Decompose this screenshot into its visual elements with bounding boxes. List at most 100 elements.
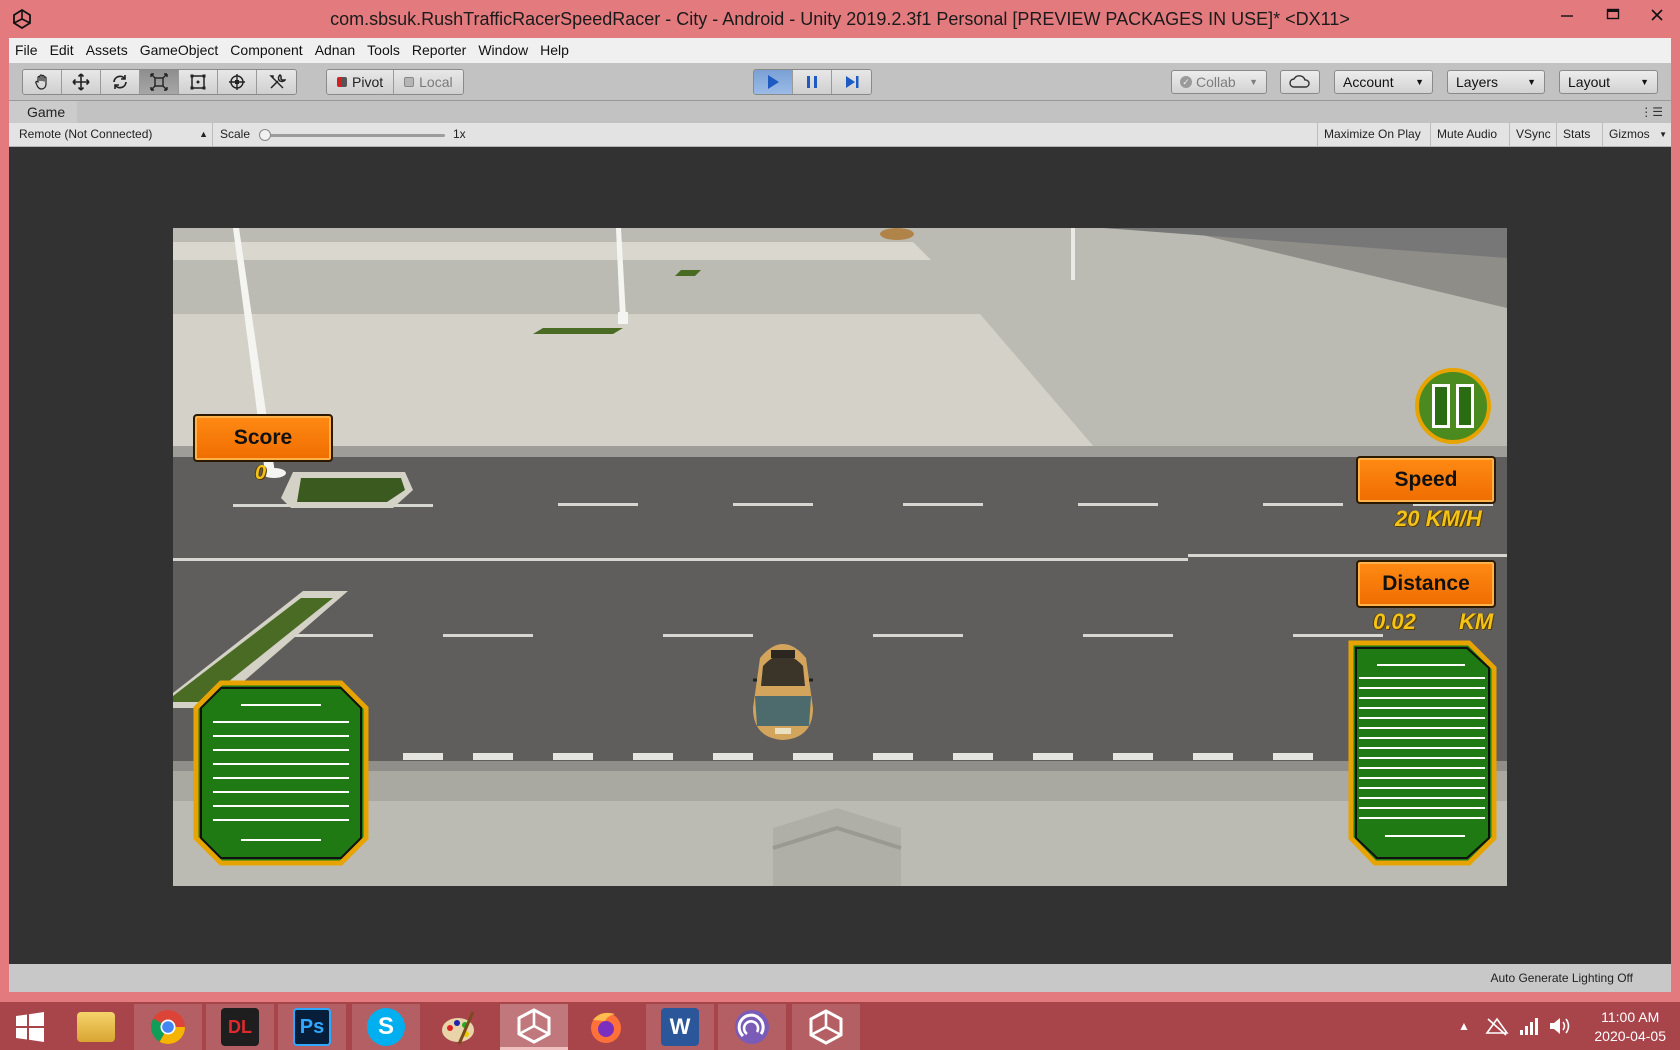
distance-label: Distance [1356, 560, 1496, 608]
score-label: Score [193, 414, 333, 462]
layout-dropdown[interactable]: Layout ▼ [1559, 70, 1658, 94]
skype-icon: S [367, 1008, 405, 1046]
menu-help[interactable]: Help [534, 38, 575, 63]
status-message: Auto Generate Lighting Off [1490, 971, 1633, 985]
taskbar-unity-second[interactable] [792, 1004, 860, 1050]
maximize-icon[interactable] [1590, 0, 1636, 30]
show-hidden-icons-icon[interactable]: ▲ [1448, 1019, 1480, 1033]
tab-game[interactable]: Game [9, 101, 78, 123]
taskbar-paint[interactable] [424, 1004, 492, 1050]
taskbar-chrome[interactable] [134, 1004, 202, 1050]
word-label: W [669, 1014, 691, 1039]
brake-pedal-button[interactable] [193, 680, 369, 866]
accelerator-pedal-button[interactable] [1347, 640, 1497, 866]
menu-window[interactable]: Window [472, 38, 534, 63]
unity-icon [517, 1007, 551, 1044]
city-road-scene [173, 228, 1507, 886]
menu-tools[interactable]: Tools [361, 38, 406, 63]
start-button[interactable] [8, 1008, 52, 1046]
menu-edit[interactable]: Edit [44, 38, 80, 63]
cloud-button[interactable] [1280, 70, 1320, 94]
score-value: 0 [255, 462, 267, 484]
menu-component[interactable]: Component [224, 38, 308, 63]
close-icon[interactable] [1634, 0, 1680, 30]
chevron-down-icon: ▼ [1415, 77, 1424, 87]
taskbar-photoshop[interactable]: Ps [278, 1004, 346, 1050]
taskbar-firefox[interactable] [572, 1004, 640, 1050]
account-dropdown[interactable]: Account ▼ [1334, 70, 1433, 94]
taskbar-file-explorer[interactable] [62, 1004, 130, 1050]
volume-icon[interactable] [1548, 1015, 1572, 1037]
taskbar-word[interactable]: W [646, 1004, 714, 1050]
taskbar-skype[interactable]: S [352, 1004, 420, 1050]
pause-icon[interactable] [793, 70, 832, 94]
taskbar-unity-active[interactable] [500, 1004, 568, 1050]
menu-assets[interactable]: Assets [80, 38, 134, 63]
player-car [753, 644, 813, 740]
game-view-toolbar: Remote (Not Connected) ▲▼ Scale 1x Maxim… [9, 123, 1671, 162]
tab-menu-icon[interactable]: ⋮☰ [1640, 105, 1663, 119]
rect-icon[interactable] [179, 70, 218, 94]
chevron-down-icon: ▼ [1659, 130, 1667, 139]
local-button[interactable]: Local [394, 70, 463, 94]
game-pause-button[interactable] [1415, 368, 1491, 444]
play-controls [753, 69, 872, 95]
menu-adnan[interactable]: Adnan [309, 38, 361, 63]
maximize-on-play-toggle[interactable]: Maximize On Play [1317, 123, 1427, 146]
game-view: Score 0 Speed 20 KM/H Distance 0.02 KM [9, 147, 1671, 964]
move-icon[interactable] [62, 70, 101, 94]
pause-bar-icon [1456, 384, 1474, 428]
play-icon[interactable] [754, 70, 793, 94]
game-tab-label: Game [27, 104, 66, 120]
downloader-label: DL [228, 1016, 252, 1037]
scale-slider-track[interactable] [265, 134, 445, 137]
layout-label: Layout [1568, 74, 1611, 90]
layers-dropdown[interactable]: Layers ▼ [1447, 70, 1545, 94]
clock-time: 11:00 AM [1601, 1009, 1660, 1025]
scale-icon[interactable] [140, 70, 179, 94]
game-tab-bar: Game ⋮☰ [9, 101, 1671, 123]
score-label-text: Score [233, 426, 293, 449]
network-icon[interactable] [1484, 1015, 1510, 1037]
scale-label: Scale [220, 127, 251, 141]
local-icon [404, 77, 415, 87]
transform-tools [22, 69, 297, 95]
step-icon[interactable] [832, 70, 871, 94]
taskbar-downloader[interactable]: DL [206, 1004, 274, 1050]
minimize-icon[interactable] [1544, 0, 1590, 30]
menu-reporter[interactable]: Reporter [406, 38, 472, 63]
chevron-down-icon: ▼ [1640, 77, 1649, 87]
check-icon: ✓ [1180, 76, 1192, 88]
hand-icon[interactable] [23, 70, 62, 94]
distance-value: 0.02 [1373, 609, 1416, 634]
gizmos-dropdown[interactable]: Gizmos ▼ [1602, 123, 1671, 146]
taskbar-clock[interactable]: 11:00 AM 2020-04-05 [1594, 1008, 1666, 1046]
taskbar-bittorrent[interactable] [718, 1004, 786, 1050]
paint-icon [442, 1011, 475, 1045]
game-viewport[interactable]: Score 0 Speed 20 KM/H Distance 0.02 KM [173, 228, 1507, 886]
menu-file[interactable]: File [9, 38, 44, 63]
custom-tool-icon[interactable] [257, 70, 296, 94]
speed-value: 20 KM/H [1395, 506, 1482, 531]
collab-label: Collab [1196, 74, 1236, 90]
scale-value: 1x [453, 127, 466, 141]
scale-slider-handle[interactable] [259, 129, 271, 141]
status-bar: Auto Generate Lighting Off [9, 964, 1671, 992]
display-select[interactable]: Remote (Not Connected) ▲▼ [9, 123, 213, 162]
pause-bar-icon [1432, 384, 1450, 428]
word-icon: W [661, 1008, 699, 1046]
menu-gameobject[interactable]: GameObject [134, 38, 225, 63]
stats-toggle[interactable]: Stats [1556, 123, 1596, 146]
skype-label: S [377, 1013, 394, 1040]
collab-dropdown[interactable]: ✓ Collab ▼ [1171, 70, 1267, 94]
rotate-icon[interactable] [101, 70, 140, 94]
vsync-toggle[interactable]: VSync [1509, 123, 1557, 146]
distance-unit: KM [1459, 609, 1494, 634]
windows-taskbar: DL Ps S W ▲ 11:00 AM 2020-04-05 [0, 1002, 1680, 1050]
pivot-icon [337, 77, 347, 87]
signal-icon[interactable] [1518, 1015, 1540, 1037]
pivot-button[interactable]: Pivot [327, 70, 395, 94]
transform-icon[interactable] [218, 70, 257, 94]
mute-audio-toggle[interactable]: Mute Audio [1430, 123, 1503, 146]
display-select-label: Remote (Not Connected) [19, 127, 153, 141]
